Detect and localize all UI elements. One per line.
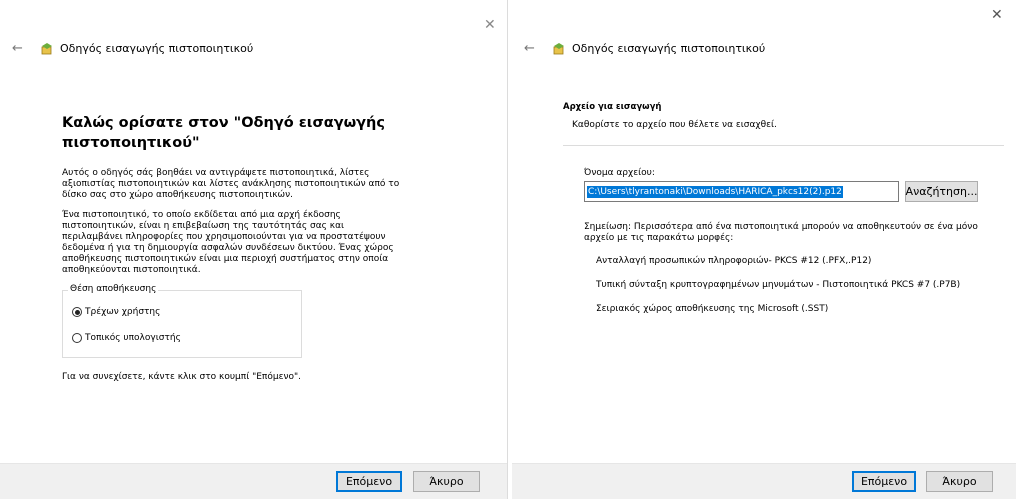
wizard-header: ← Οδηγός εισαγωγής πιστοποιητικού — [12, 41, 253, 56]
store-location-label: Θέση αποθήκευσης — [68, 284, 159, 294]
radio-local-machine-label: Τοπικός υπολογιστής — [85, 333, 181, 343]
cancel-button[interactable]: Άκυρο — [413, 471, 480, 492]
format-item: Σειριακός χώρος αποθήκευσης της Microsof… — [596, 304, 829, 314]
store-location-group — [62, 290, 302, 358]
certificate-description: Ένα πιστοποιητικό, το οποίο εκδίδεται απ… — [62, 210, 394, 275]
radio-current-user-label: Τρέχων χρήστης — [85, 307, 161, 317]
continue-hint: Για να συνεχίσετε, κάντε κλικ στο κουμπί… — [62, 372, 301, 382]
right-wizard-window: ✕ ← Οδηγός εισαγωγής πιστοποιητικού — [512, 0, 1016, 499]
wizard-title: Οδηγός εισαγωγής πιστοποιητικού — [60, 42, 254, 55]
back-arrow-icon[interactable]: ← — [12, 41, 40, 56]
format-note: Σημείωση: Περισσότερα από ένα πιστοποιητ… — [584, 222, 978, 243]
filename-label: Όνομα αρχείου: — [584, 168, 655, 178]
filename-value: C:\Users\tlyrantonaki\Downloads\HARICA_p… — [587, 185, 843, 198]
radio-unselected-indicator — [72, 333, 82, 343]
format-item: Τυπική σύνταξη κρυπτογραφημένων μηνυμάτω… — [596, 280, 961, 290]
format-item: Ανταλλαγή προσωπικών πληροφοριών- PKCS #… — [596, 256, 872, 266]
close-icon[interactable]: ✕ — [484, 18, 496, 32]
next-button[interactable]: Επόμενο — [336, 471, 402, 492]
radio-current-user[interactable]: Τρέχων χρήστης — [72, 307, 160, 317]
welcome-title: Καλώς ορίσατε στον "Οδηγό εισαγωγής πιστ… — [62, 115, 385, 151]
wizard-header: ← Οδηγός εισαγωγής πιστοποιητικού — [524, 41, 765, 56]
radio-selected-indicator — [72, 307, 82, 317]
wizard-title: Οδηγός εισαγωγής πιστοποιητικού — [572, 42, 766, 55]
cancel-button[interactable]: Άκυρο — [926, 471, 993, 492]
radio-local-machine[interactable]: Τοπικός υπολογιστής — [72, 333, 181, 343]
back-arrow-icon[interactable]: ← — [524, 41, 552, 56]
left-wizard-window: ✕ ← Οδηγός εισαγωγής πιστοποιητικού Καλώ… — [0, 0, 507, 499]
section-separator — [563, 145, 1004, 146]
wizard-footer: Επόμενο Άκυρο — [512, 463, 1016, 499]
section-title: Αρχείο για εισαγωγή — [563, 102, 662, 112]
certificate-wizard-icon — [553, 42, 564, 54]
close-icon[interactable]: ✕ — [991, 8, 1003, 22]
section-subtitle: Καθορίστε το αρχείο που θέλετε να εισαχθ… — [572, 120, 777, 130]
filename-input[interactable]: C:\Users\tlyrantonaki\Downloads\HARICA_p… — [584, 181, 899, 202]
browse-button[interactable]: Αναζήτηση... — [905, 181, 978, 202]
certificate-wizard-icon — [41, 42, 52, 54]
next-button[interactable]: Επόμενο — [852, 471, 916, 492]
intro-paragraph: Αυτός ο οδηγός σάς βοηθάει να αντιγράψετ… — [62, 168, 400, 200]
wizard-footer: Επόμενο Άκυρο — [0, 463, 507, 499]
